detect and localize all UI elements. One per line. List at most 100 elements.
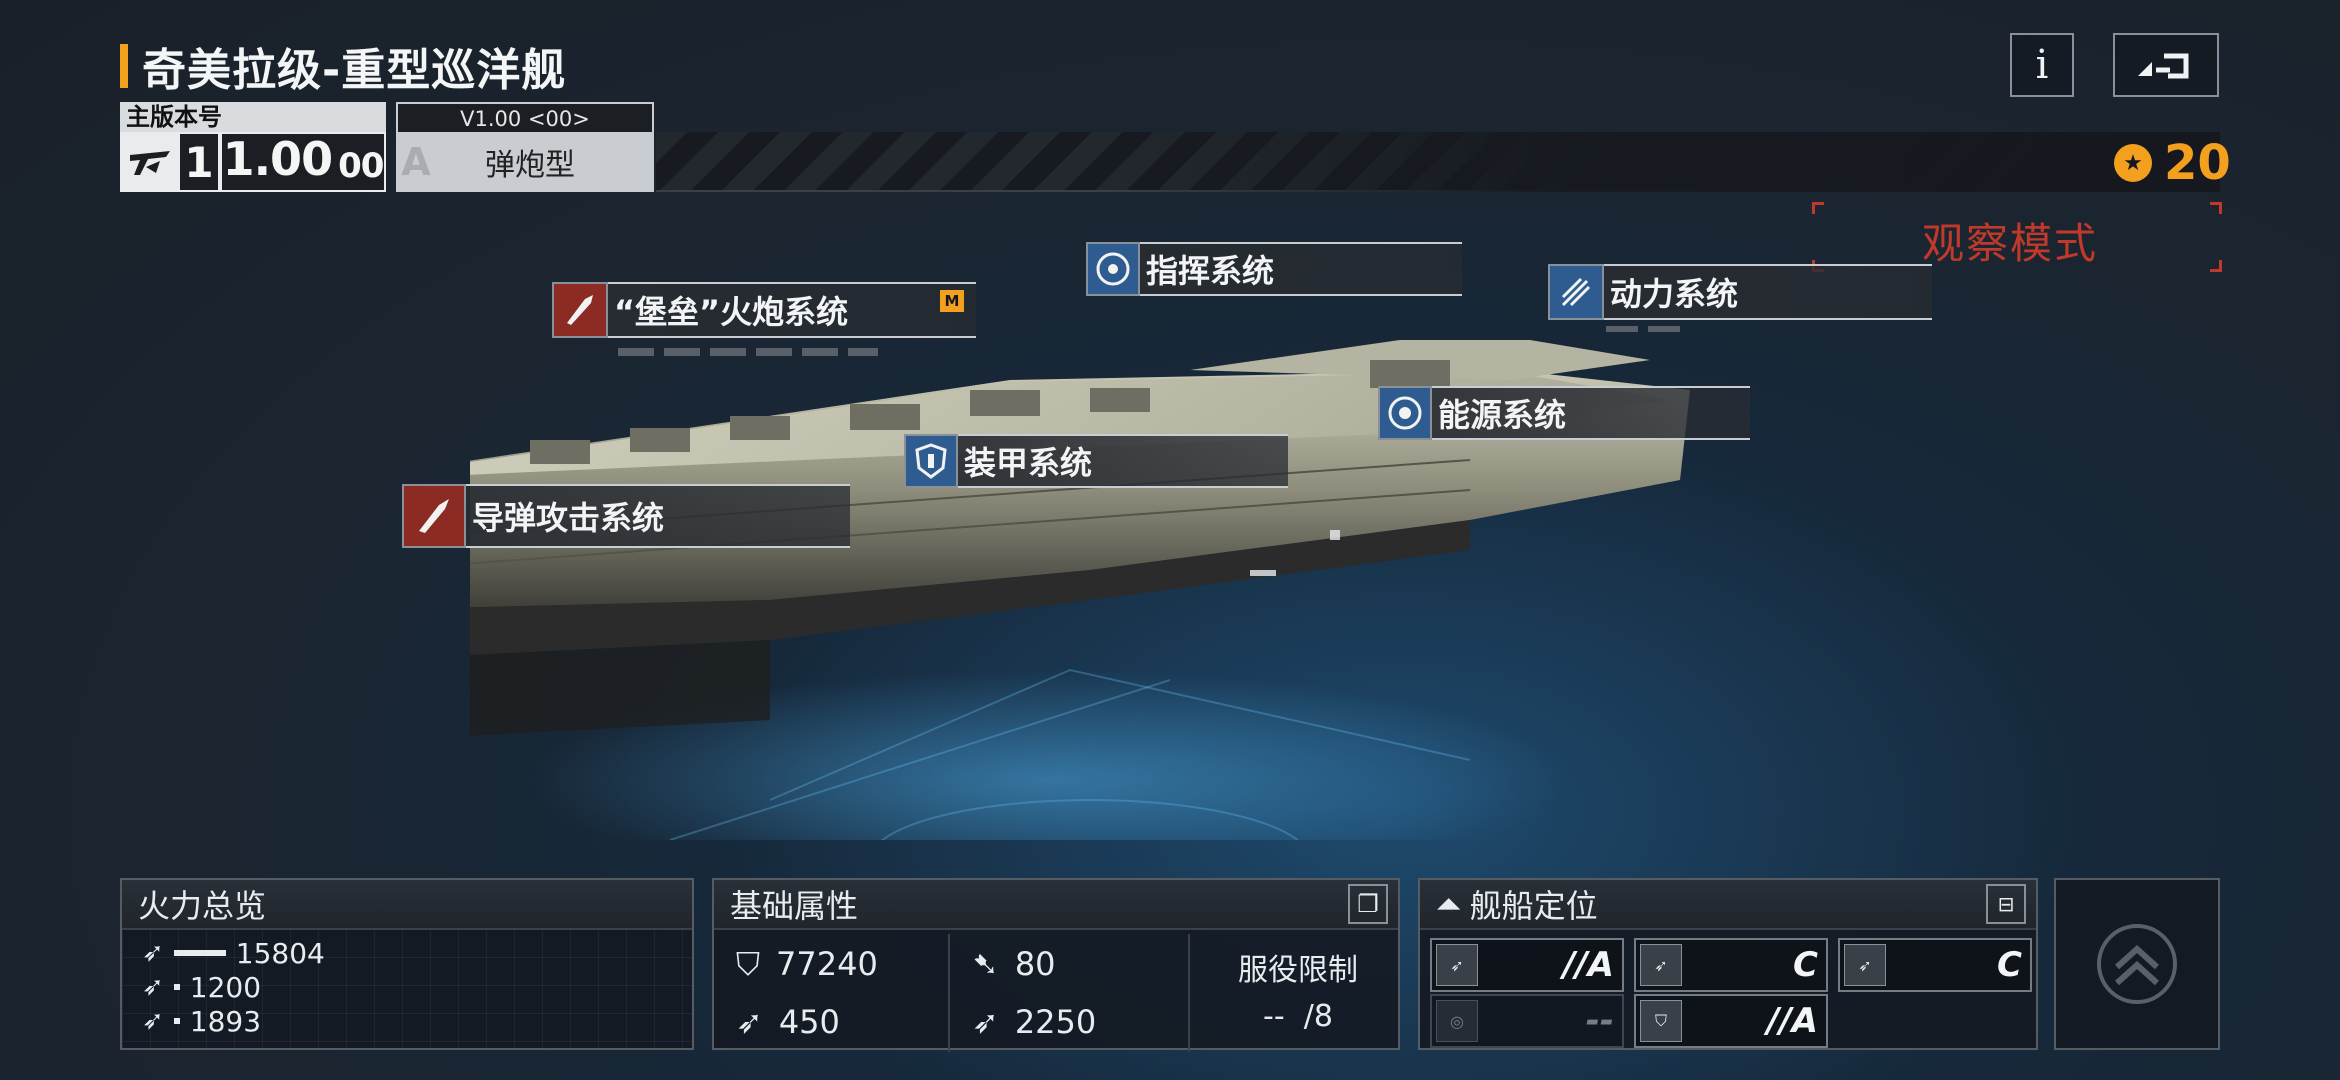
position-grade: //A — [1562, 945, 1614, 985]
speed-icon: ➷ — [972, 945, 999, 983]
version-number-suffix: 00 — [338, 146, 384, 186]
system-energy[interactable]: 能源系统 — [1378, 386, 1750, 440]
defense-shield-icon: ⛉ — [1640, 1000, 1682, 1042]
info-icon: i — [2035, 42, 2049, 88]
firepower-row: ➶ 15804 — [142, 936, 325, 970]
system-cannon[interactable]: “堡垒”火炮系统 M — [552, 282, 976, 338]
radar-icon — [1086, 242, 1140, 296]
system-missile[interactable]: 导弹攻击系统 — [402, 484, 850, 548]
stat-speed-value: 80 — [1014, 945, 1056, 983]
version-label: 主版本号 — [120, 102, 386, 132]
system-cannon-label: “堡垒”火炮系统 — [614, 293, 849, 331]
service-limit-max: /8 — [1303, 998, 1333, 1034]
system-command[interactable]: 指挥系统 — [1086, 242, 1462, 296]
type-name: 弹炮型 — [485, 148, 575, 183]
version-number-main: 1.00 — [222, 132, 333, 186]
position-cell[interactable]: ➶ C — [1838, 938, 2032, 992]
service-limit: 服役限制 -- /8 — [1198, 930, 1398, 1048]
pierce-icon: ➶ — [736, 1003, 763, 1041]
version-tag: V1.00 <00> — [396, 102, 654, 132]
stat-armor-pierce-value: 450 — [778, 1003, 840, 1041]
firepower-title: 火力总览 — [122, 880, 692, 930]
tag-icon[interactable]: ⊟ — [1986, 884, 2026, 924]
firepower-bar — [173, 984, 180, 990]
position-cell[interactable]: ◎ -- — [1430, 994, 1624, 1048]
position-cell[interactable]: ➶ C — [1634, 938, 1828, 992]
stat-range: ➶ 2250 — [950, 992, 1190, 1052]
target-icon: ◎ — [1436, 1000, 1478, 1042]
core-icon — [1378, 386, 1432, 440]
ship-type-block: V1.00 <00> A 弹炮型 — [396, 102, 654, 192]
system-armor[interactable]: 装甲系统 — [904, 434, 1288, 488]
observation-mode-label: 观察模式 — [1922, 219, 2099, 268]
page-title-bar: 奇美拉级-重型巡洋舰 — [120, 38, 566, 96]
hull-shield-icon: ⛉ — [736, 944, 761, 983]
system-energy-label: 能源系统 — [1432, 386, 1750, 440]
position-grade: C — [1793, 945, 1818, 985]
shield-icon — [904, 434, 958, 488]
position-cell[interactable]: ⛉ //A — [1634, 994, 1828, 1048]
position-grade: //A — [1766, 1001, 1818, 1041]
system-missile-label: 导弹攻击系统 — [466, 484, 850, 548]
currency-display: ★ 20 — [2114, 135, 2231, 191]
service-limit-label: 服役限制 — [1238, 952, 1358, 988]
position-grade: C — [1997, 945, 2022, 985]
version-tier: 1 — [180, 134, 218, 190]
assault-icon: ➶ — [1436, 944, 1478, 986]
star-badge-icon: ★ — [2114, 144, 2152, 182]
service-limit-value: -- — [1263, 998, 1285, 1034]
strike-icon: ➶ — [1640, 944, 1682, 986]
system-power-label: 动力系统 — [1604, 264, 1932, 320]
base-stats-panel[interactable]: 基础属性 ❐ ⛉ 77240 ➷ 80 ➶ 450 ➶ 2250 服役限制 -- /8 — [712, 878, 1400, 1052]
info-button[interactable]: i — [2010, 33, 2074, 97]
ship-position-icon: ⏶ — [1436, 884, 1462, 923]
firepower-row: ➶ 1893 — [142, 1004, 261, 1038]
version-number: 1.00 00 — [222, 132, 384, 190]
corner-bracket — [1812, 202, 1824, 214]
upgrade-button[interactable] — [2054, 878, 2220, 1050]
back-icon — [2138, 53, 2189, 79]
positioning-panel[interactable]: ⏶ 舰船定位 ⊟ ➶//A ➶ C ➶ C ◎ -- ⛉//A — [1418, 878, 2038, 1050]
stat-speed: ➷ 80 — [950, 934, 1190, 994]
system-power[interactable]: 动力系统 — [1548, 264, 1932, 320]
system-cannon-badge: M — [940, 290, 964, 312]
position-grade: -- — [1585, 1001, 1614, 1041]
firepower-value: 1200 — [189, 970, 262, 1004]
firepower-bar — [173, 950, 226, 956]
upgrade-chevron-icon — [2097, 924, 2177, 1004]
currency-value: 20 — [2164, 135, 2231, 191]
firepower-row: ➶ 1200 — [142, 970, 261, 1004]
slot-indicators — [618, 348, 878, 356]
corner-bracket — [2210, 202, 2222, 214]
thruster-icon — [1548, 264, 1604, 320]
position-cell[interactable]: ➶ //A — [1430, 938, 1624, 992]
version-block: 主版本号 1 1.00 00 — [120, 102, 386, 192]
missile-small-icon: ➶ — [142, 972, 164, 1002]
firepower-panel[interactable]: 火力总览 ➶ 15804 ➶ 1200 ➶ 1893 — [120, 878, 694, 1050]
system-command-label: 指挥系统 — [1140, 242, 1462, 296]
base-stats-title: 基础属性 — [730, 887, 859, 925]
support-icon: ➶ — [1844, 944, 1886, 986]
positioning-title: 舰船定位 — [1469, 887, 1598, 925]
page-title: 奇美拉级-重型巡洋舰 — [142, 45, 567, 96]
title-accent — [120, 44, 128, 88]
stat-range-value: 2250 — [1014, 1003, 1097, 1041]
torpedo-icon: ➶ — [142, 1006, 164, 1036]
faction-logo-icon — [120, 132, 180, 192]
artillery-icon: ➶ — [142, 938, 164, 968]
system-armor-label: 装甲系统 — [958, 434, 1288, 488]
stat-hp-value: 77240 — [776, 945, 878, 983]
stat-armor-pierce: ➶ 450 — [714, 992, 950, 1052]
slot-indicators — [1606, 326, 1682, 332]
header-stripe-fade — [1100, 132, 2220, 192]
firepower-bar — [173, 1018, 180, 1024]
corner-bracket — [2210, 260, 2222, 272]
range-icon: ➶ — [972, 1003, 999, 1041]
missile-icon — [402, 484, 466, 548]
back-button[interactable] — [2113, 33, 2219, 97]
firepower-value: 1893 — [189, 1004, 262, 1038]
stat-hp: ⛉ 77240 — [714, 934, 950, 994]
type-grade: A — [401, 140, 431, 184]
expand-icon[interactable]: ❐ — [1348, 884, 1388, 924]
observation-mode-toggle[interactable]: 观察模式 — [1812, 202, 2222, 272]
